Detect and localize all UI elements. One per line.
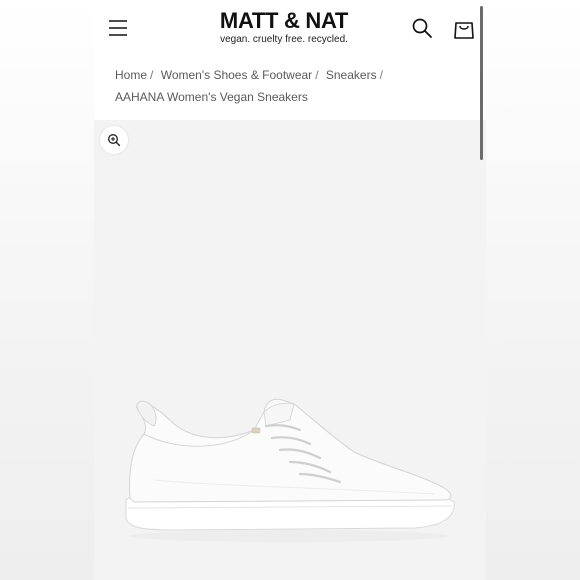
white-sneaker-product-image[interactable]	[114, 390, 464, 550]
product-gallery	[94, 120, 486, 580]
hamburger-menu-icon	[109, 20, 127, 36]
breadcrumb-separator: /	[150, 68, 154, 82]
mobile-page: MATT & NAT vegan. cruelty free. recycled…	[94, 0, 486, 580]
breadcrumb-home[interactable]: Home	[115, 68, 147, 82]
breadcrumb-current-product[interactable]: AAHANA Women's Vegan Sneakers	[115, 90, 308, 104]
shopping-bag-icon	[454, 22, 474, 39]
search-icon	[412, 18, 432, 38]
brand-logo[interactable]: MATT & NAT vegan. cruelty free. recycled…	[184, 8, 384, 46]
breadcrumb-separator: /	[379, 68, 383, 82]
cart-button[interactable]	[452, 15, 476, 41]
search-button[interactable]	[410, 16, 434, 40]
menu-button[interactable]	[106, 16, 130, 40]
left-background	[0, 0, 94, 580]
brand-name: MATT & NAT	[219, 8, 349, 33]
scrollbar[interactable]	[480, 6, 483, 160]
breadcrumb-womens-shoes[interactable]: Women's Shoes & Footwear	[161, 68, 312, 82]
right-background	[486, 0, 580, 580]
breadcrumb-sneakers[interactable]: Sneakers	[326, 68, 377, 82]
site-header: MATT & NAT vegan. cruelty free. recycled…	[94, 0, 486, 58]
breadcrumb: Home / Women's Shoes & Footwear / Sneakers…	[115, 64, 465, 108]
breadcrumb-separator: /	[315, 68, 319, 82]
zoom-button[interactable]	[100, 126, 128, 154]
zoom-in-icon	[108, 134, 121, 147]
brand-tagline: vegan. cruelty free. recycled.	[220, 34, 348, 45]
